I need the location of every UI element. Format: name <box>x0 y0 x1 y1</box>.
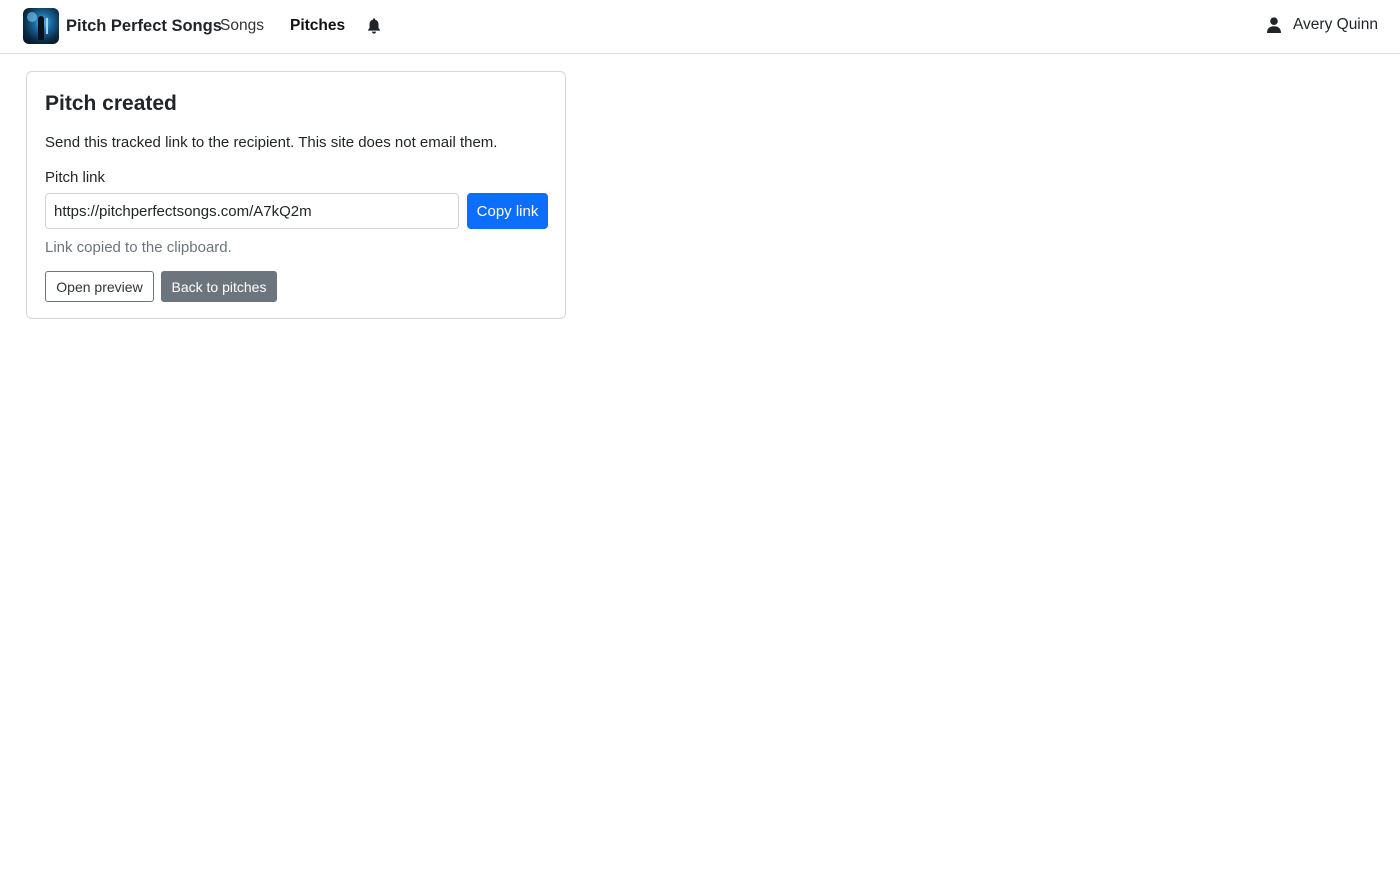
nav-pitches[interactable]: Pitches <box>290 17 345 35</box>
brand-link[interactable]: Pitch Perfect Songs <box>23 8 222 44</box>
pitch-created-card: Pitch created Send this tracked link to … <box>26 71 566 319</box>
user-menu[interactable]: Avery Quinn <box>1266 16 1378 34</box>
bell-icon[interactable] <box>366 17 382 35</box>
user-name: Avery Quinn <box>1292 16 1378 33</box>
card-description: Send this tracked link to the recipient.… <box>45 134 498 151</box>
top-navbar: Pitch Perfect Songs Songs Pitches Avery … <box>0 0 1400 54</box>
brand-name: Pitch Perfect Songs <box>66 16 222 35</box>
open-preview-button[interactable]: Open preview <box>45 271 154 302</box>
brand-logo <box>23 8 59 44</box>
copied-message: Link copied to the clipboard. <box>45 239 232 256</box>
card-title: Pitch created <box>45 92 177 115</box>
user-icon <box>1266 17 1281 33</box>
nav-songs[interactable]: Songs <box>220 17 264 35</box>
pitch-link-label: Pitch link <box>45 169 106 186</box>
back-to-pitches-button[interactable]: Back to pitches <box>161 271 277 302</box>
pitch-link-input[interactable] <box>45 193 459 229</box>
copy-link-button[interactable]: Copy link <box>467 193 548 229</box>
